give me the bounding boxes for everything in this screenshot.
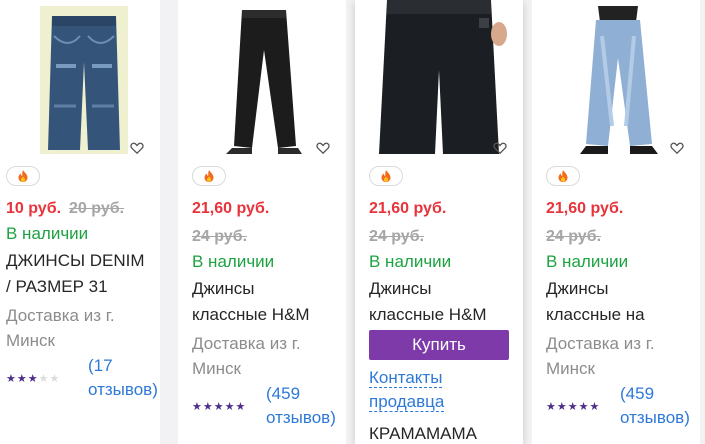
fire-icon — [558, 170, 568, 182]
old-price: 24 руб. — [369, 228, 425, 245]
reviews-link[interactable]: (17 отзывов) — [88, 354, 158, 402]
price: 10 руб. 20 руб. — [6, 200, 125, 217]
old-price: 24 руб. — [192, 228, 248, 245]
star-icon: ★★★ — [6, 373, 39, 385]
rating-stars: ★★★★★ — [546, 400, 600, 413]
stock-status: В наличии — [369, 252, 452, 271]
seller-name[interactable]: КРАМАМАМА — [369, 424, 477, 444]
reviews-link[interactable]: (459 отзывов) — [266, 382, 336, 430]
fire-icon — [204, 170, 214, 182]
stock-status: В наличии — [192, 252, 275, 271]
heart-icon[interactable] — [670, 141, 684, 155]
star-icon: ★★★★★ — [192, 401, 247, 413]
promo-badge — [6, 166, 40, 186]
star-icon: ★★★★★ — [546, 401, 601, 413]
product-image[interactable] — [371, 0, 507, 154]
heart-icon[interactable] — [493, 141, 507, 155]
promo-badge — [546, 166, 580, 186]
product-title[interactable]: ДЖИНСЫ DENIM / РАЗМЕР 31 — [6, 248, 156, 300]
delivery-info: Доставка из г. Минск — [192, 334, 301, 378]
product-card[interactable]: 21,60 руб. 24 руб. В наличии Джинсы класс… — [532, 0, 700, 444]
product-image[interactable] — [40, 6, 128, 154]
product-card[interactable]: 21,60 руб. 24 руб. В наличии Джинсы класс… — [178, 0, 346, 444]
fire-icon — [381, 170, 391, 182]
delivery-info: Доставка из г. Минск — [546, 334, 655, 378]
stock-status: В наличии — [546, 252, 629, 271]
product-card[interactable]: 10 руб. 20 руб. В наличии ДЖИНСЫ DENIM / Р… — [0, 0, 160, 444]
buy-button[interactable]: Купить — [369, 330, 509, 360]
promo-badge — [192, 166, 226, 186]
seller-contacts-link[interactable]: Контакты продавца — [369, 366, 445, 414]
stock-status: В наличии — [6, 224, 89, 243]
fire-icon — [18, 170, 28, 182]
product-card[interactable]: 21,60 руб. 24 руб. В наличии Джинсы класс… — [355, 0, 523, 444]
old-price: 20 руб. — [69, 200, 125, 217]
product-image[interactable] — [202, 6, 322, 154]
star-icon: ★★ — [38, 373, 61, 385]
price: 21,60 руб. — [192, 200, 270, 217]
heart-icon[interactable] — [316, 141, 330, 155]
product-title[interactable]: Джинсы классные на — [546, 276, 696, 328]
promo-badge — [369, 166, 403, 186]
product-title[interactable]: Джинсы классные H&M — [192, 276, 342, 328]
reviews-link[interactable]: (459 отзывов) — [620, 382, 690, 430]
price: 21,60 руб. — [369, 200, 447, 217]
price: 21,60 руб. — [546, 200, 624, 217]
heart-icon[interactable] — [130, 141, 144, 155]
product-title[interactable]: Джинсы классные H&M — [369, 276, 519, 328]
product-image[interactable] — [556, 6, 676, 154]
delivery-info: Доставка из г. Минск — [6, 306, 115, 350]
rating-stars: ★★★★★ — [192, 400, 246, 413]
old-price: 24 руб. — [546, 228, 602, 245]
rating-stars: ★★★★★ — [6, 372, 60, 385]
